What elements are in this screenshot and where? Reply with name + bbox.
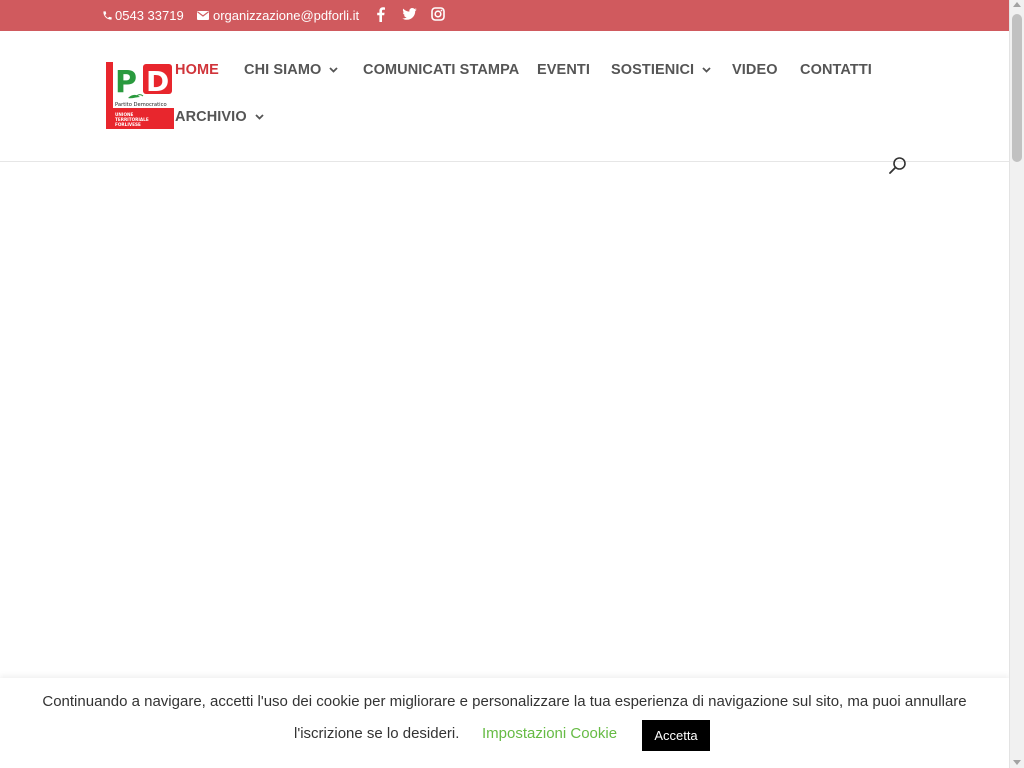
email-address: organizzazione@pdforli.it [213,8,360,23]
site-header: P D Partito Democratico UNIONE TERRITORI… [0,31,1009,174]
nav-label: COMUNICATI STAMPA [363,62,520,78]
nav-sostienici[interactable]: SOSTIENICI [611,62,711,78]
accept-cookies-button[interactable]: Accetta [642,720,710,751]
page-scrollbar[interactable] [1009,0,1024,768]
nav-label: SOSTIENICI [611,62,695,78]
cookie-text: Continuando a navigare, accetti l'uso de… [42,693,967,710]
chevron-down-icon [329,67,339,73]
phone-contact[interactable]: 0543 33719 [102,8,184,23]
nav-label: CONTATTI [800,62,872,78]
phone-icon [102,10,113,21]
phone-number: 0543 33719 [115,8,184,23]
nav-label: EVENTI [537,62,590,78]
logo-line1: Partito Democratico [115,102,167,108]
logo-letter-p: P [115,65,137,100]
nav-label: ARCHIVIO [175,109,247,125]
nav-chi-siamo[interactable]: CHI SIAMO [244,62,339,78]
envelope-icon [197,11,209,20]
instagram-icon[interactable] [430,6,446,22]
logo-letter-d: D [146,65,169,98]
nav-video[interactable]: VIDEO [732,62,778,78]
email-contact[interactable]: organizzazione@pdforli.it [197,8,359,23]
top-contact-bar: 0543 33719 organizzazione@pdforli.it [0,0,1009,31]
nav-home[interactable]: HOME [175,62,219,78]
nav-contatti[interactable]: CONTATTI [800,62,872,78]
cookie-consent-bar: Continuando a navigare, accetti l'uso de… [0,678,1009,768]
scroll-up-arrow-icon[interactable] [1013,2,1021,7]
nav-archivio[interactable]: ARCHIVIO [175,109,264,125]
scrollbar-thumb[interactable] [1012,14,1022,162]
twitter-icon[interactable] [401,6,417,22]
nav-label: VIDEO [732,62,778,78]
nav-label: HOME [175,62,219,78]
chevron-down-icon [255,114,264,120]
facebook-icon[interactable] [372,6,388,22]
cookie-text-continued: l'iscrizione se lo desideri. [294,725,460,742]
nav-eventi[interactable]: EVENTI [537,62,590,78]
scroll-down-arrow-icon[interactable] [1013,760,1021,765]
nav-label: CHI SIAMO [244,62,322,78]
main-content [0,162,1009,678]
svg-text:FORLIVESE: FORLIVESE [115,122,141,127]
site-logo[interactable]: P D Partito Democratico UNIONE TERRITORI… [106,62,174,129]
cookie-settings-link[interactable]: Impostazioni Cookie [482,725,617,742]
chevron-down-icon [702,67,711,73]
nav-comunicati-stampa[interactable]: COMUNICATI STAMPA [363,62,519,78]
